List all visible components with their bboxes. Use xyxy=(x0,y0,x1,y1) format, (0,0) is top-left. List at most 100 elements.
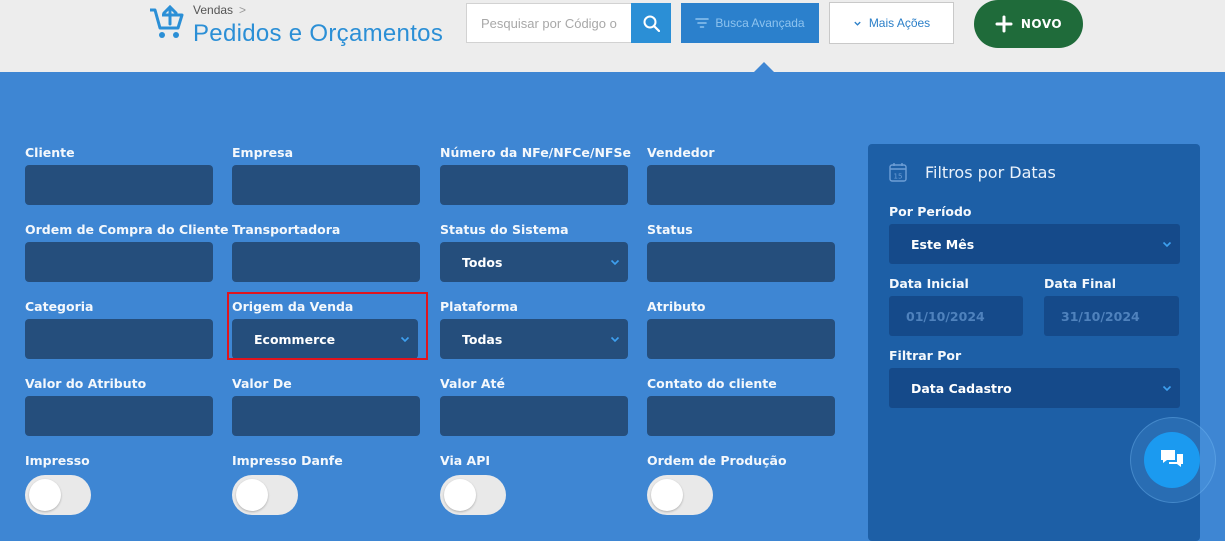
field-label: Valor De xyxy=(232,376,292,391)
plataforma-select[interactable]: Todas xyxy=(440,319,628,359)
search-input[interactable] xyxy=(466,3,632,43)
chat-button[interactable] xyxy=(1144,432,1200,488)
breadcrumb: Vendas > xyxy=(193,3,246,17)
page-title: Pedidos e Orçamentos xyxy=(193,20,444,47)
filter-numero-nfe: Número da NFe/NFCe/NFSe xyxy=(440,145,631,205)
impresso-danfe-toggle[interactable] xyxy=(232,475,298,515)
toggle-knob xyxy=(444,479,476,511)
toggle-knob xyxy=(651,479,683,511)
chevron-down-icon xyxy=(1162,241,1172,248)
filter-status-sistema: Status do Sistema Todos xyxy=(440,222,628,282)
select-value: Data Cadastro xyxy=(911,380,1012,396)
toggle-knob xyxy=(29,479,61,511)
valor-de-input[interactable] xyxy=(232,396,420,436)
svg-text:15: 15 xyxy=(894,173,903,181)
filter-ordem-compra: Ordem de Compra do Cliente xyxy=(25,222,229,282)
transportadora-input[interactable] xyxy=(232,242,420,282)
status-sistema-select[interactable]: Todos xyxy=(440,242,628,282)
filter-empresa: Empresa xyxy=(232,145,420,205)
chevron-down-icon xyxy=(610,336,620,343)
field-label: Número da NFe/NFCe/NFSe xyxy=(440,145,631,160)
filter-transportadora: Transportadora xyxy=(232,222,420,282)
field-label: Vendedor xyxy=(647,145,715,160)
filter-impresso-danfe: Impresso Danfe xyxy=(232,453,343,515)
via-api-toggle[interactable] xyxy=(440,475,506,515)
filter-status: Status xyxy=(647,222,835,282)
new-button-label: NOVO xyxy=(1020,17,1063,31)
field-label: Contato do cliente xyxy=(647,376,777,391)
field-label: Impresso Danfe xyxy=(232,453,343,468)
date-filters-title: Filtros por Datas xyxy=(925,163,1056,182)
search-icon xyxy=(643,15,660,32)
breadcrumb-link[interactable]: Vendas xyxy=(193,3,233,17)
advanced-search-button[interactable]: Busca Avançada xyxy=(681,3,819,43)
select-value: Todas xyxy=(462,331,503,347)
filter-plataforma: Plataforma Todas xyxy=(440,299,628,359)
field-label: Cliente xyxy=(25,145,75,160)
field-label: Ordem de Produção xyxy=(647,453,787,468)
filter-vendedor: Vendedor xyxy=(647,145,835,205)
cart-upload-icon xyxy=(150,4,184,38)
search-button[interactable] xyxy=(631,3,671,43)
filter-valor-de: Valor De xyxy=(232,376,420,436)
categoria-input[interactable] xyxy=(25,319,213,359)
field-label: Data Final xyxy=(1044,276,1117,291)
ordem-producao-toggle[interactable] xyxy=(647,475,713,515)
new-button[interactable]: NOVO xyxy=(974,0,1083,48)
plus-icon xyxy=(995,15,1013,33)
impresso-toggle[interactable] xyxy=(25,475,91,515)
chevron-down-icon xyxy=(610,259,620,266)
filtrar-por-select[interactable]: Data Cadastro xyxy=(889,368,1180,408)
field-label: Filtrar Por xyxy=(889,348,962,363)
filter-data-final: Data Final 31/10/2024 xyxy=(1044,276,1179,336)
filter-ordem-producao: Ordem de Produção xyxy=(647,453,787,515)
valor-ate-input[interactable] xyxy=(440,396,628,436)
filter-valor-ate: Valor Até xyxy=(440,376,628,436)
filter-contato-cliente: Contato do cliente xyxy=(647,376,835,436)
atributo-input[interactable] xyxy=(647,319,835,359)
ordem-compra-input[interactable] xyxy=(25,242,213,282)
field-label: Status do Sistema xyxy=(440,222,569,237)
contato-cliente-input[interactable] xyxy=(647,396,835,436)
chevron-down-icon xyxy=(854,21,861,26)
cliente-input[interactable] xyxy=(25,165,213,205)
filter-impresso: Impresso xyxy=(25,453,91,515)
select-value: Todos xyxy=(462,254,503,270)
field-label: Atributo xyxy=(647,299,706,314)
filter-via-api: Via API xyxy=(440,453,506,515)
highlight-frame xyxy=(227,292,428,360)
status-input[interactable] xyxy=(647,242,835,282)
vendedor-input[interactable] xyxy=(647,165,835,205)
advanced-search-label: Busca Avançada xyxy=(715,16,805,30)
panel-pointer xyxy=(754,62,774,72)
field-label: Data Inicial xyxy=(889,276,969,291)
filter-valor-atributo: Valor do Atributo xyxy=(25,376,213,436)
field-label: Valor do Atributo xyxy=(25,376,147,391)
select-value: Este Mês xyxy=(911,236,975,252)
page-header: Vendas > Pedidos e Orçamentos Busca Avanç… xyxy=(0,0,1225,72)
field-label: Transportadora xyxy=(232,222,341,237)
chevron-down-icon xyxy=(1162,385,1172,392)
filter-atributo: Atributo xyxy=(647,299,835,359)
field-label: Status xyxy=(647,222,693,237)
toggle-knob xyxy=(236,479,268,511)
numero-nfe-input[interactable] xyxy=(440,165,628,205)
empresa-input[interactable] xyxy=(232,165,420,205)
data-final-input[interactable]: 31/10/2024 xyxy=(1044,296,1179,336)
field-label: Ordem de Compra do Cliente xyxy=(25,222,229,237)
filter-filtrar-por: Filtrar Por Data Cadastro xyxy=(889,348,1180,408)
breadcrumb-separator: > xyxy=(239,3,247,17)
filter-cliente: Cliente xyxy=(25,145,213,205)
filter-data-inicial: Data Inicial 01/10/2024 xyxy=(889,276,1023,336)
periodo-select[interactable]: Este Mês xyxy=(889,224,1180,264)
more-actions-label: Mais Ações xyxy=(868,16,931,30)
calendar-icon: 15 xyxy=(889,163,907,182)
filter-categoria: Categoria xyxy=(25,299,213,359)
field-label: Categoria xyxy=(25,299,94,314)
chat-icon xyxy=(1161,450,1183,467)
field-label: Valor Até xyxy=(440,376,505,391)
filter-icon xyxy=(695,18,710,28)
data-inicial-input[interactable]: 01/10/2024 xyxy=(889,296,1023,336)
valor-atributo-input[interactable] xyxy=(25,396,213,436)
more-actions-button[interactable]: Mais Ações xyxy=(829,2,954,44)
